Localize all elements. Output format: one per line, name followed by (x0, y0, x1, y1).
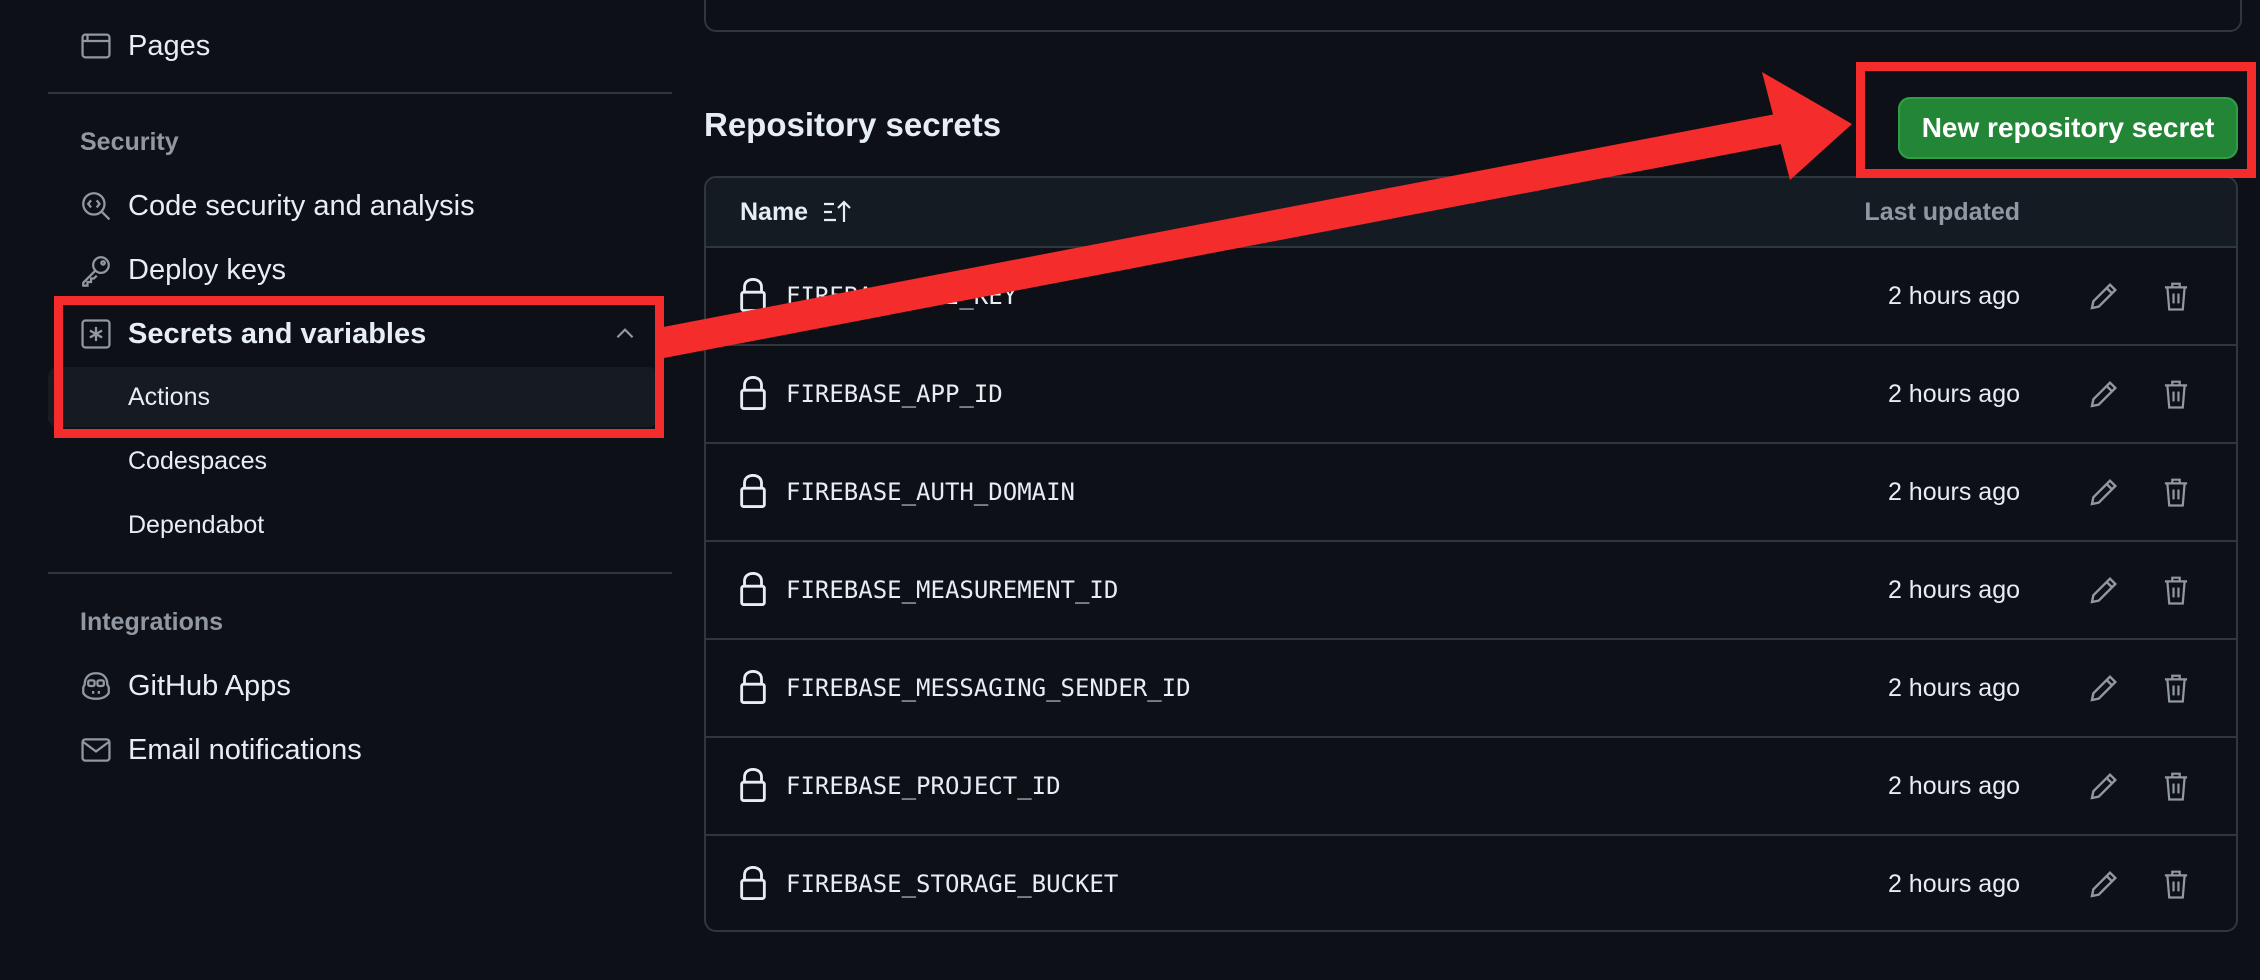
sidebar-item-label: Deploy keys (128, 253, 286, 286)
security-heading: Security (80, 128, 179, 156)
table-row: FIREBASE_MEASUREMENT_ID 2 hours ago (706, 542, 2236, 640)
secret-name: FIREBASE_AUTH_DOMAIN (786, 478, 1075, 506)
secret-name: FIREBASE_STORAGE_BUCKET (786, 870, 1119, 898)
trash-icon[interactable] (2154, 372, 2198, 416)
secrets-table: Name Last updated FIREBASE_API_KEY 2 hour… (704, 176, 2238, 932)
sidebar-item-label: Secrets and variables (128, 317, 427, 350)
last-updated-value: 2 hours ago (1887, 477, 2020, 506)
column-label: Name (740, 197, 809, 226)
previous-section-box (704, 0, 2242, 32)
lock-icon (736, 276, 770, 314)
sidebar-subitem-label: Codespaces (128, 446, 267, 475)
sidebar-item-label: Email notifications (128, 733, 362, 766)
table-row: FIREBASE_APP_ID 2 hours ago (706, 346, 2236, 444)
trash-icon[interactable] (2154, 274, 2198, 318)
sidebar-item-github-apps[interactable]: GitHub Apps (78, 660, 291, 712)
sidebar-item-label: GitHub Apps (128, 669, 291, 702)
sort-asc-icon[interactable] (822, 198, 854, 226)
sidebar-item-deploy-keys[interactable]: Deploy keys (78, 244, 286, 296)
secret-name: FIREBASE_PROJECT_ID (786, 772, 1061, 800)
last-updated-value: 2 hours ago (1887, 575, 2020, 604)
sidebar-divider (48, 572, 672, 574)
sidebar-item-pages[interactable]: Pages (78, 20, 210, 72)
table-row: FIREBASE_PROJECT_ID 2 hours ago (706, 738, 2236, 836)
trash-icon[interactable] (2154, 666, 2198, 710)
last-updated-value: 2 hours ago (1887, 869, 2020, 898)
table-row: FIREBASE_AUTH_DOMAIN 2 hours ago (706, 444, 2236, 542)
page-title: Repository secrets (704, 106, 1002, 143)
last-updated-column-header: Last updated (1864, 197, 2020, 226)
last-updated-value: 2 hours ago (1887, 673, 2020, 702)
sidebar-subitem-actions[interactable]: Actions (48, 367, 658, 427)
sidebar-item-label: Code security and analysis (128, 189, 475, 222)
trash-icon[interactable] (2154, 470, 2198, 514)
lock-icon (736, 864, 770, 902)
table-row: FIREBASE_MESSAGING_SENDER_ID 2 hours ago (706, 640, 2236, 738)
integrations-heading: Integrations (80, 608, 224, 636)
secret-name: FIREBASE_API_KEY (786, 282, 1018, 310)
trash-icon[interactable] (2154, 764, 2198, 808)
new-repository-secret-button[interactable]: New repository secret (1898, 97, 2238, 159)
chevron-up-icon[interactable] (612, 308, 638, 360)
sidebar-subitem-codespaces[interactable]: Codespaces (48, 431, 658, 491)
sidebar-subitem-label: Dependabot (128, 510, 265, 539)
pencil-icon[interactable] (2082, 862, 2126, 906)
sidebar-subitem-dependabot[interactable]: Dependabot (48, 495, 658, 555)
last-updated-value: 2 hours ago (1887, 771, 2020, 800)
lock-icon (736, 374, 770, 412)
sidebar-item-code-security[interactable]: Code security and analysis (78, 180, 475, 232)
last-updated-value: 2 hours ago (1887, 379, 2020, 408)
pencil-icon[interactable] (2082, 274, 2126, 318)
settings-page: Pages Security Code security and analysi… (0, 0, 2260, 980)
sidebar-divider (48, 92, 672, 94)
secret-name: FIREBASE_APP_ID (786, 380, 1003, 408)
pencil-icon[interactable] (2082, 764, 2126, 808)
lock-icon (736, 472, 770, 510)
lock-icon (736, 668, 770, 706)
sidebar-item-secrets-and-variables[interactable]: Secrets and variables (78, 308, 678, 360)
table-row: FIREBASE_API_KEY 2 hours ago (706, 248, 2236, 346)
secret-name: FIREBASE_MEASUREMENT_ID (786, 576, 1119, 604)
browser-icon (78, 28, 114, 64)
trash-icon[interactable] (2154, 862, 2198, 906)
asterisk-icon (78, 316, 114, 352)
pencil-icon[interactable] (2082, 372, 2126, 416)
codescan-icon (78, 188, 114, 224)
pencil-icon[interactable] (2082, 568, 2126, 612)
mail-icon (78, 732, 114, 768)
table-row: FIREBASE_STORAGE_BUCKET 2 hours ago (706, 836, 2236, 930)
trash-icon[interactable] (2154, 568, 2198, 612)
sidebar-item-email-notifications[interactable]: Email notifications (78, 724, 362, 776)
pencil-icon[interactable] (2082, 470, 2126, 514)
lock-icon (736, 570, 770, 608)
key-icon (78, 252, 114, 288)
sidebar-subitem-label: Actions (128, 382, 210, 411)
last-updated-value: 2 hours ago (1887, 281, 2020, 310)
name-column-header[interactable]: Name (740, 178, 854, 246)
annotation-arrow-head (1762, 72, 1852, 180)
pencil-icon[interactable] (2082, 666, 2126, 710)
lock-icon (736, 766, 770, 804)
settings-sidebar: Pages Security Code security and analysi… (0, 0, 700, 980)
copilot-icon (78, 668, 114, 704)
sidebar-item-label: Pages (128, 29, 211, 62)
table-header: Name Last updated (706, 178, 2236, 248)
secret-name: FIREBASE_MESSAGING_SENDER_ID (786, 674, 1191, 702)
